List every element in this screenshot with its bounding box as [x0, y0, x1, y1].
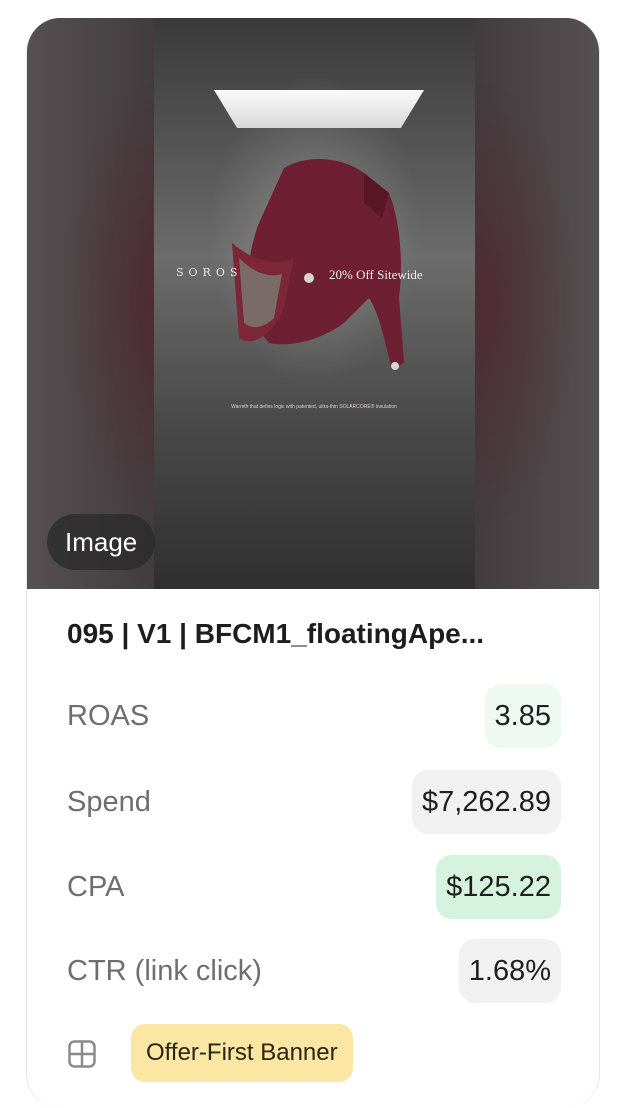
metric-row-spend: Spend $7,262.89 — [67, 770, 561, 834]
metric-value: 1.68% — [458, 939, 561, 1003]
creative-image: SOROS 20% Off Sitewide Warmth that defie… — [154, 18, 475, 589]
metric-label: ROAS — [67, 700, 150, 732]
metric-row-roas: ROAS 3.85 — [67, 684, 561, 748]
media-type-badge: Image — [47, 514, 156, 570]
metric-value: $125.22 — [436, 855, 561, 919]
creative-tag[interactable]: Offer-First Banner — [131, 1024, 353, 1082]
metric-label: CTR (link click) — [67, 955, 262, 987]
metric-value: $7,262.89 — [411, 770, 561, 834]
creative-preview[interactable]: SOROS 20% Off Sitewide Warmth that defie… — [27, 18, 599, 589]
brand-wordmark: SOROS — [176, 266, 243, 279]
ad-tagline: Warmth that defies logic with patented, … — [231, 404, 397, 410]
creative-card[interactable]: SOROS 20% Off Sitewide Warmth that defie… — [26, 18, 600, 1108]
ceiling-light — [214, 90, 424, 128]
creative-title[interactable]: 095 | V1 | BFCM1_floatingApe... — [67, 618, 587, 650]
offer-headline: 20% Off Sitewide — [329, 267, 423, 282]
metric-label: CPA — [67, 871, 125, 903]
metric-value: 3.85 — [484, 684, 561, 748]
metric-row-cpa: CPA $125.22 — [67, 855, 561, 919]
metric-row-ctr: CTR (link click) 1.68% — [67, 939, 561, 1003]
metric-label: Spend — [67, 786, 151, 818]
creative-footer: Offer-First Banner — [67, 1024, 587, 1082]
layout-grid-icon — [68, 1040, 96, 1068]
